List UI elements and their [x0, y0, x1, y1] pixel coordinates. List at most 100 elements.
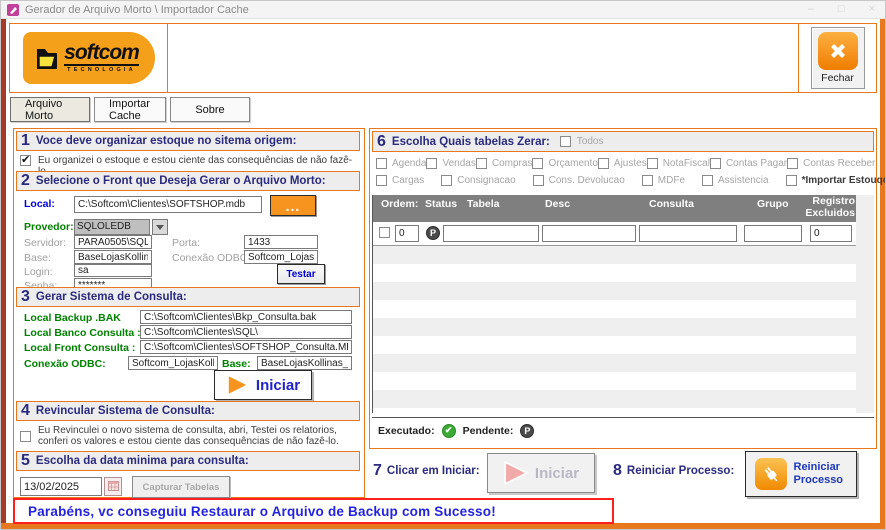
executado-check-icon: ✔: [442, 424, 456, 438]
zerar-option-compras[interactable]: Compras: [476, 158, 533, 169]
base2-label: Base:: [222, 358, 251, 370]
status-p-badge: P: [426, 226, 440, 240]
checkbox[interactable]: [376, 158, 387, 169]
zerar-option-mdfe[interactable]: MDFe: [642, 175, 685, 186]
softcom-logo: softcom TECNOLOGIA: [23, 32, 155, 84]
zerar-option-label: Consignacao: [457, 175, 515, 186]
zerar-option-label: Vendas: [442, 158, 475, 169]
testar-button[interactable]: Testar: [277, 264, 325, 284]
odbc2-input[interactable]: [128, 356, 218, 370]
servidor-input[interactable]: [74, 235, 152, 249]
window-edge-left: [1, 19, 6, 530]
zerar-options-row1: Agenda VendasComprasOrçamentoAjustesNotaF…: [376, 158, 872, 169]
local-input[interactable]: [74, 196, 262, 213]
zerar-option-or-amento[interactable]: Orçamento: [532, 158, 597, 169]
porta-input[interactable]: [244, 235, 318, 249]
checkbox[interactable]: [598, 158, 609, 169]
front-consulta-input[interactable]: [140, 340, 352, 354]
checkbox[interactable]: [532, 158, 543, 169]
row-registros-input[interactable]: [810, 225, 852, 242]
checkbox[interactable]: [476, 158, 487, 169]
checkbox[interactable]: [376, 175, 387, 186]
maximize-icon[interactable]: □: [838, 3, 845, 15]
base2-input[interactable]: [257, 356, 352, 370]
zerar-option-contas-pagar[interactable]: Contas Pagar: [710, 158, 787, 169]
banco-consulta-input[interactable]: [140, 325, 352, 339]
minimize-icon[interactable]: –: [808, 3, 814, 15]
reiniciar-processo-button[interactable]: Reiniciar Processo: [745, 451, 857, 497]
header: softcom TECNOLOGIA Fechar: [9, 23, 877, 93]
zerar-option-cargas[interactable]: Cargas: [376, 175, 424, 186]
provedor-label: Provedor:: [24, 221, 74, 233]
checkbox[interactable]: [647, 158, 658, 169]
todos-label: Todos: [577, 136, 604, 147]
zerar-option-assistencia[interactable]: Assistencia: [702, 175, 769, 186]
close-x-icon: [818, 32, 858, 70]
front-consulta-label: Local Front Consulta :: [24, 342, 135, 354]
row-consulta-input[interactable]: [639, 225, 737, 242]
section4-number: 4: [21, 403, 30, 419]
revinculei-label: Eu Revinculei o novo sistema de consulta…: [38, 425, 366, 447]
status-legend: Executado: ✔ Pendente: P: [372, 417, 874, 443]
zerar-option-consignacao[interactable]: Consignacao: [441, 175, 515, 186]
browse-button[interactable]: ...: [270, 195, 316, 216]
tab-arquivo-morto[interactable]: Arquivo Morto: [10, 97, 90, 122]
zerar-option-label: Contas Pagar: [726, 158, 787, 169]
close-icon[interactable]: ×: [869, 3, 875, 15]
organizei-estoque-checkbox[interactable]: ✔: [20, 155, 31, 166]
section7-label-group: 7 Clicar em Iniciar:: [373, 462, 480, 480]
check-icon: ✔: [21, 153, 30, 166]
provedor-dropdown-button[interactable]: [152, 219, 168, 235]
fechar-button[interactable]: Fechar: [811, 27, 865, 89]
iniciar-final-button[interactable]: Iniciar: [487, 453, 595, 493]
tab-sobre[interactable]: Sobre: [170, 97, 250, 122]
row-checkbox[interactable]: ✔: [379, 227, 390, 238]
zerar-option-ajustes[interactable]: Ajustes: [598, 158, 647, 169]
base-input[interactable]: [74, 250, 152, 264]
tab-importar-cache[interactable]: Importar Cache: [94, 97, 166, 122]
section7-label: Clicar em Iniciar:: [387, 465, 480, 477]
section5-header: 5 Escolha da data minima para consulta:: [16, 451, 360, 471]
chevron-down-icon: [156, 225, 164, 230]
calendar-button[interactable]: [104, 477, 122, 496]
title-bar: Gerador de Arquivo Morto \ Importador Ca…: [1, 1, 885, 19]
zerar-option-agenda[interactable]: Agenda: [376, 158, 426, 169]
odbc-input[interactable]: [244, 250, 318, 264]
login-input[interactable]: [74, 264, 152, 277]
executado-label: Executado:: [378, 425, 435, 437]
tab-bar: Arquivo Morto Importar Cache Sobre: [10, 97, 250, 122]
todos-checkbox[interactable]: ✔: [560, 136, 571, 147]
iniciar-button[interactable]: Iniciar: [214, 370, 312, 400]
zerar-option-notafiscal[interactable]: NotaFiscal: [647, 158, 710, 169]
section6-title: Escolha Quais tabelas Zerar:: [392, 136, 550, 148]
zerar-option-importar-estouqe[interactable]: *Importar Estouqe*: [786, 175, 886, 186]
row-desc-input[interactable]: [542, 225, 636, 242]
backup-bak-input[interactable]: [140, 310, 352, 324]
checkbox[interactable]: [702, 175, 713, 186]
zerar-option-label: Agenda: [392, 158, 426, 169]
row-tabela-input[interactable]: [443, 225, 539, 242]
checkbox[interactable]: [533, 175, 544, 186]
app-window: Gerador de Arquivo Morto \ Importador Ca…: [0, 0, 886, 530]
zerar-option-vendas[interactable]: Vendas: [426, 158, 475, 169]
checkbox[interactable]: [710, 158, 721, 169]
checkbox[interactable]: [786, 175, 797, 186]
data-minima-input[interactable]: [20, 477, 102, 496]
section8-label: Reiniciar Processo:: [627, 465, 734, 477]
row-grupo-input[interactable]: [744, 225, 802, 242]
checkbox[interactable]: [642, 175, 653, 186]
empty-rows-area: [372, 246, 856, 413]
checkbox[interactable]: [787, 158, 798, 169]
right-panel: 6 Escolha Quais tabelas Zerar: ✔ Todos A…: [369, 128, 877, 449]
col-tabela: Tabela: [467, 198, 499, 210]
play-icon: [226, 374, 250, 396]
checkbox[interactable]: [441, 175, 452, 186]
capturar-tabelas-button[interactable]: Capturar Tabelas: [132, 476, 230, 498]
zerar-option-cons-devolucao[interactable]: Cons. Devolucao: [533, 175, 625, 186]
revinculei-checkbox[interactable]: ✔: [20, 431, 31, 442]
checkbox[interactable]: [426, 158, 437, 169]
iniciar-label: Iniciar: [256, 377, 300, 394]
provedor-select[interactable]: SQLOLEDB: [74, 219, 150, 235]
row-ordem-input[interactable]: [395, 225, 419, 242]
zerar-option-contas-receber[interactable]: Contas Receber: [787, 158, 875, 169]
